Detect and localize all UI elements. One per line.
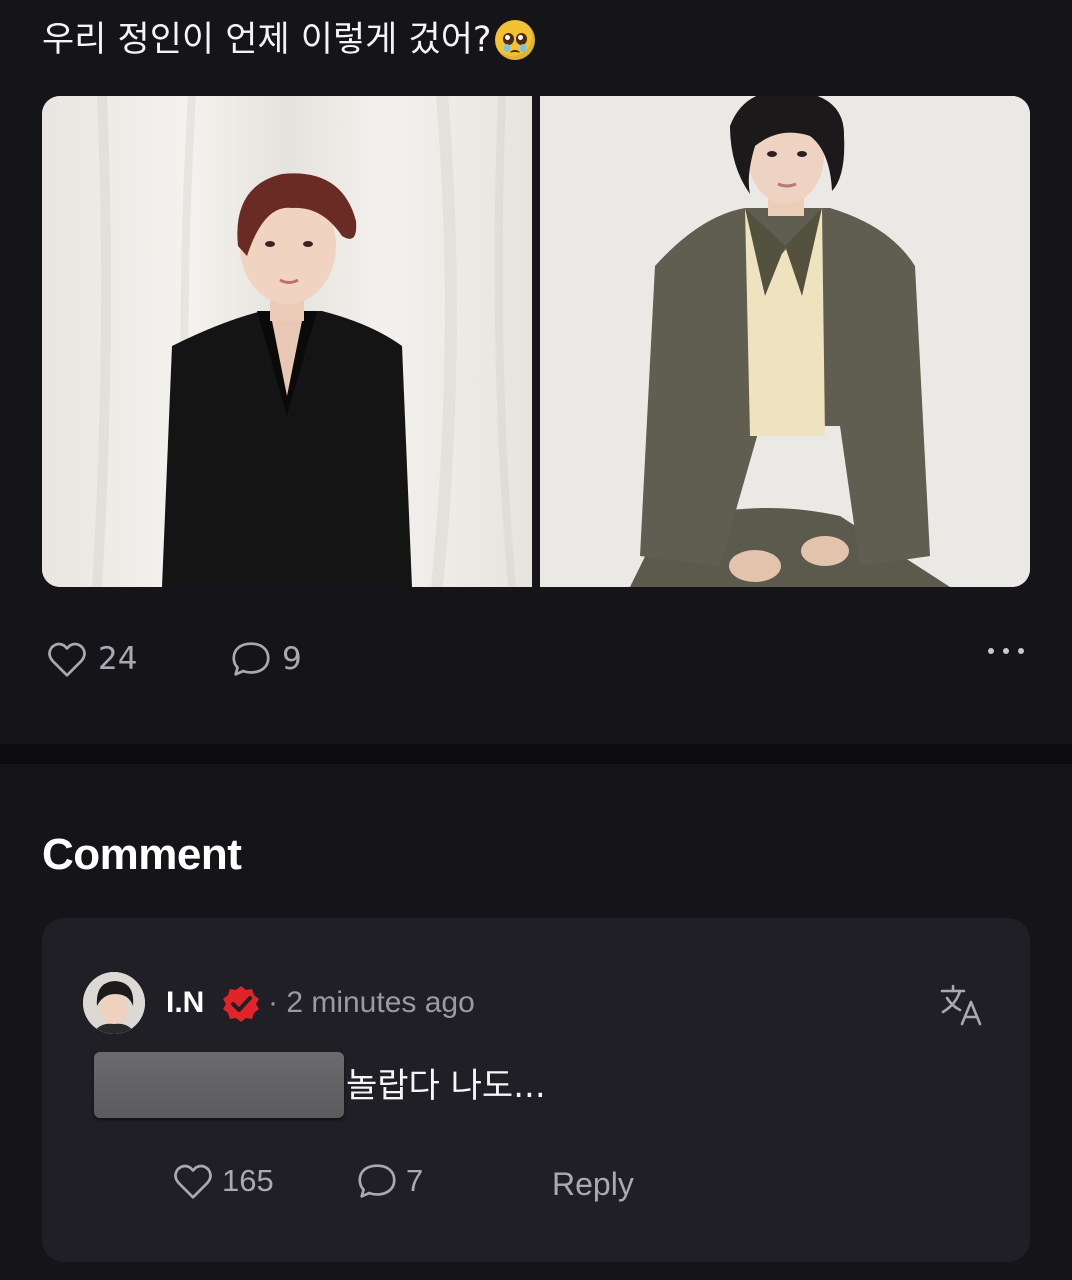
heart-icon: [174, 1164, 212, 1199]
post-like-count: 24: [98, 641, 138, 677]
post-comment-button[interactable]: 9: [228, 636, 302, 682]
section-divider: [0, 744, 1072, 764]
reply-button[interactable]: Reply: [552, 1166, 634, 1203]
verified-badge-icon: [223, 986, 259, 1022]
person-photo-illustration: [42, 96, 532, 587]
person-photo-illustration: [540, 96, 1030, 587]
post-text: 우리 정인이 언제 이렇게 겄어?: [42, 16, 536, 64]
avatar-image: [83, 972, 145, 1034]
post: 우리 정인이 언제 이렇게 겄어? 24 9: [0, 0, 1072, 744]
comment-like-button[interactable]: 165: [170, 1158, 274, 1204]
more-options-icon[interactable]: [988, 648, 1024, 654]
post-caption: 우리 정인이 언제 이렇게 겄어?: [42, 20, 492, 60]
comments-section: Comment I.N · 2 minutes ago 놀랍다 나도... 16…: [0, 764, 1072, 1280]
post-actions: 24 9: [44, 636, 1024, 688]
comment-card: I.N · 2 minutes ago 놀랍다 나도... 165 7 Repl…: [42, 918, 1030, 1262]
post-like-button[interactable]: 24: [44, 636, 137, 682]
comment-timestamp: · 2 minutes ago: [268, 986, 475, 1019]
translate-icon[interactable]: [938, 982, 984, 1028]
redacted-mention: [94, 1052, 344, 1118]
comment-reply-count: 7: [406, 1163, 424, 1198]
post-photo-left[interactable]: [42, 96, 532, 587]
comment-bubble-icon: [358, 1164, 396, 1198]
comments-heading: Comment: [42, 830, 242, 879]
comment-bubble-icon: [232, 642, 270, 676]
comment-like-count: 165: [222, 1163, 274, 1198]
heart-icon: [48, 642, 86, 677]
post-photo-right[interactable]: [540, 96, 1030, 587]
post-comment-count: 9: [282, 641, 302, 677]
avatar[interactable]: [83, 972, 145, 1034]
comment-username[interactable]: I.N: [166, 986, 204, 1020]
comment-text: 놀랍다 나도...: [346, 1066, 546, 1106]
photo-grid: [42, 96, 1030, 587]
comment-reply-count-button[interactable]: 7: [354, 1158, 423, 1204]
pleading-face-icon: [495, 20, 536, 60]
comment-actions: 165 7 Reply: [170, 1158, 770, 1208]
